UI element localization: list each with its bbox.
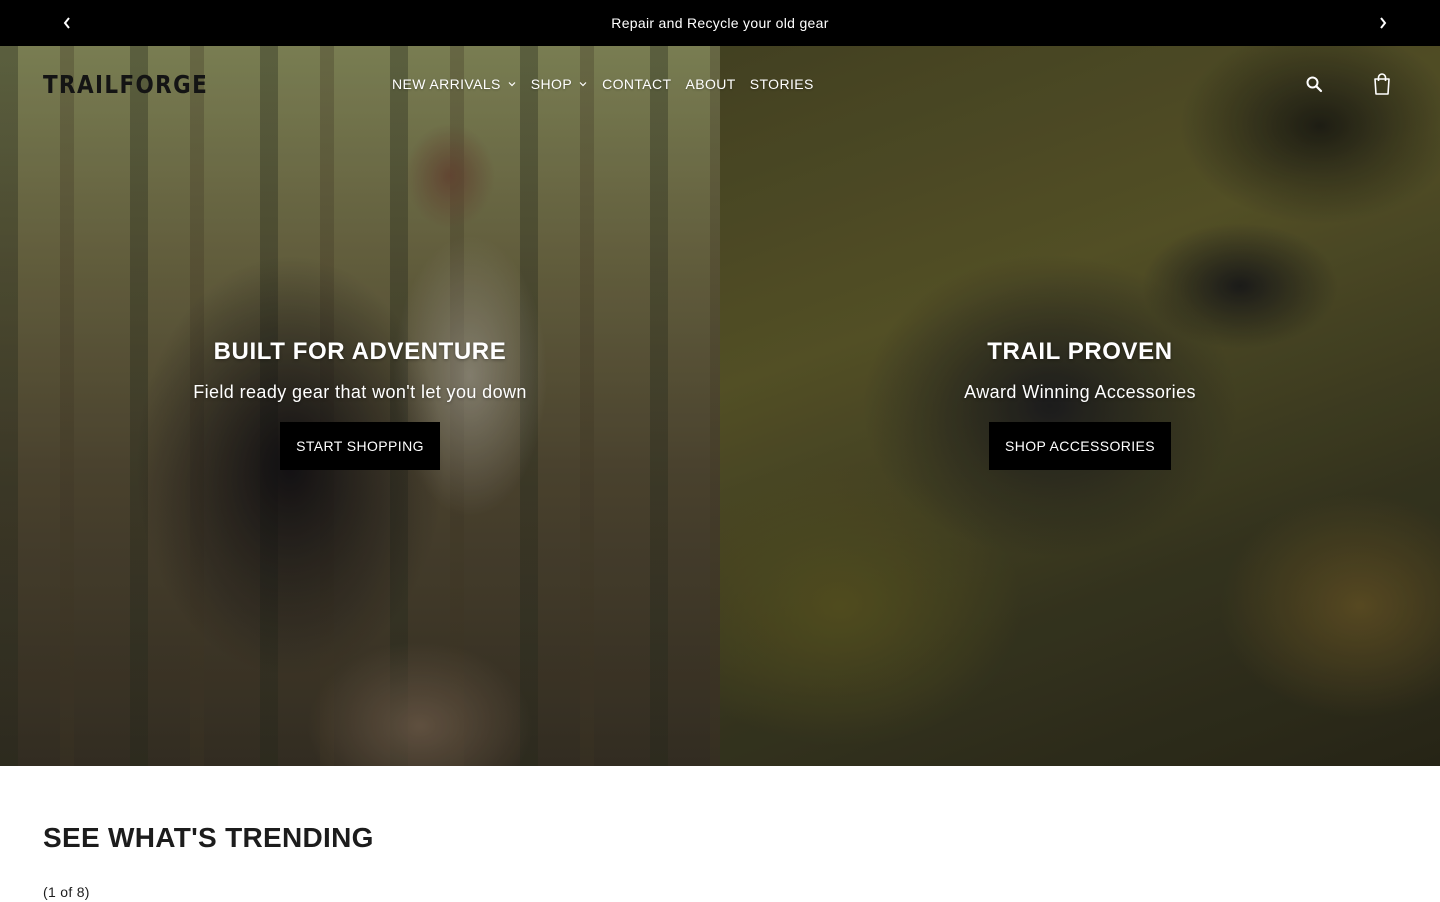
slide-counter: (1 of 8) bbox=[43, 884, 90, 900]
hero-section: BUILT FOR ADVENTURE Field ready gear tha… bbox=[0, 46, 1440, 766]
nav-item-label: SHOP bbox=[530, 76, 573, 92]
hero-title: BUILT FOR ADVENTURE bbox=[213, 338, 507, 365]
chevron-right-icon bbox=[1380, 17, 1387, 29]
hero-content-adventure: BUILT FOR ADVENTURE Field ready gear tha… bbox=[0, 336, 720, 470]
nav-item-contact[interactable]: CONTACT bbox=[602, 76, 671, 92]
bag-icon bbox=[1374, 73, 1390, 95]
announcement-message: Repair and Recycle your old gear bbox=[611, 15, 829, 31]
nav-item-new-arrivals[interactable]: NEW ARRIVALS bbox=[392, 76, 517, 92]
nav-item-label: NEW ARRIVALS bbox=[392, 76, 501, 92]
chevron-down-icon bbox=[507, 79, 517, 89]
hero-subtitle: Field ready gear that won't let you down bbox=[193, 382, 527, 402]
nav-item-shop[interactable]: SHOP bbox=[531, 76, 588, 92]
search-icon bbox=[1306, 76, 1323, 93]
start-shopping-button[interactable]: START SHOPPING bbox=[280, 422, 440, 470]
cart-button[interactable] bbox=[1368, 70, 1396, 98]
announcement-bar: Repair and Recycle your old gear bbox=[0, 0, 1440, 46]
search-button[interactable] bbox=[1300, 70, 1328, 98]
nav-item-label: ABOUT bbox=[685, 76, 736, 92]
nav-item-about[interactable]: ABOUT bbox=[686, 76, 736, 92]
site-logo[interactable]: TRAILFORGE bbox=[43, 72, 208, 98]
chevron-down-icon bbox=[578, 79, 588, 89]
nav-item-label: CONTACT bbox=[602, 76, 672, 92]
announcement-next-button[interactable] bbox=[1372, 12, 1394, 34]
chevron-left-icon bbox=[63, 17, 70, 29]
hero-content-accessories: TRAIL PROVEN Award Winning Accessories S… bbox=[720, 336, 1440, 470]
announcement-prev-button[interactable] bbox=[56, 12, 78, 34]
hero-subtitle: Award Winning Accessories bbox=[964, 382, 1196, 402]
hero-title: TRAIL PROVEN bbox=[987, 338, 1173, 365]
shop-accessories-button[interactable]: SHOP ACCESSORIES bbox=[988, 422, 1172, 470]
section-title: SEE WHAT'S TRENDING bbox=[43, 822, 374, 853]
hero-panel-adventure: BUILT FOR ADVENTURE Field ready gear tha… bbox=[0, 46, 720, 766]
nav-item-label: STORIES bbox=[749, 76, 814, 92]
hero-panel-accessories: TRAIL PROVEN Award Winning Accessories S… bbox=[720, 46, 1440, 766]
nav-item-stories[interactable]: STORIES bbox=[750, 76, 814, 92]
main-nav: NEW ARRIVALS SHOP CONTACT ABOUT STORIES bbox=[392, 74, 814, 94]
